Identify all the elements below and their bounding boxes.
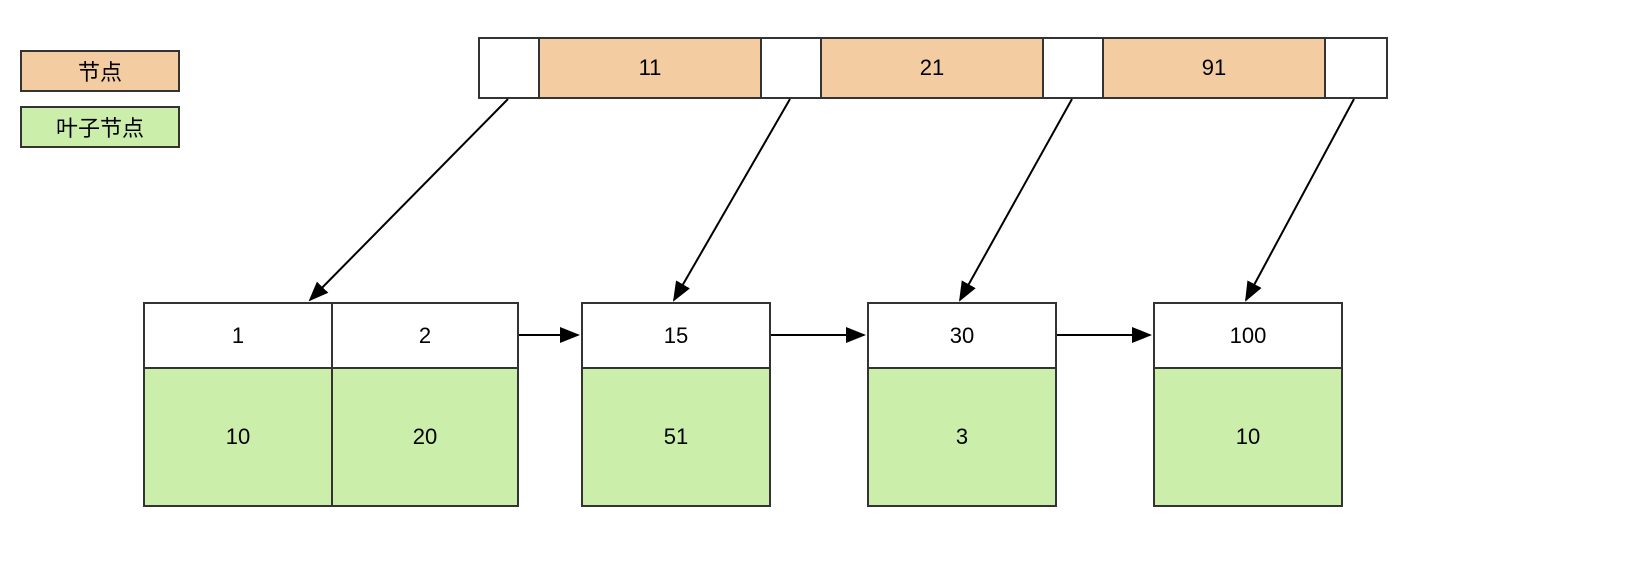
legend-node-label: 节点 xyxy=(78,55,122,87)
leaf-cell: 1551 xyxy=(583,304,769,505)
leaf-value: 20 xyxy=(333,369,517,505)
root-key-2: 91 xyxy=(1104,39,1326,97)
leaf-node-3: 10010 xyxy=(1153,302,1343,507)
root-key-0: 11 xyxy=(540,39,762,97)
leaf-value: 3 xyxy=(869,369,1055,505)
legend-node: 节点 xyxy=(20,50,180,92)
leaf-cell: 220 xyxy=(331,304,517,505)
root-node: 11 21 91 xyxy=(478,37,1388,99)
root-pointer-1 xyxy=(762,39,822,97)
leaf-cell: 303 xyxy=(869,304,1055,505)
leaf-cell: 110 xyxy=(145,304,331,505)
leaf-cell: 10010 xyxy=(1155,304,1341,505)
leaf-key: 15 xyxy=(583,304,769,369)
leaf-value: 10 xyxy=(1155,369,1341,505)
leaf-key: 100 xyxy=(1155,304,1341,369)
leaf-key: 30 xyxy=(869,304,1055,369)
leaf-key: 2 xyxy=(333,304,517,369)
legend-leaf-label: 叶子节点 xyxy=(56,111,144,143)
edge-root-leaf-2 xyxy=(960,99,1072,300)
edge-root-leaf-3 xyxy=(1246,99,1354,300)
edge-root-leaf-1 xyxy=(674,99,790,300)
leaf-node-0: 110220 xyxy=(143,302,519,507)
leaf-value: 51 xyxy=(583,369,769,505)
root-pointer-2 xyxy=(1044,39,1104,97)
legend-leaf: 叶子节点 xyxy=(20,106,180,148)
leaf-key: 1 xyxy=(145,304,331,369)
leaf-node-1: 1551 xyxy=(581,302,771,507)
leaf-node-2: 303 xyxy=(867,302,1057,507)
root-pointer-3 xyxy=(1326,39,1386,97)
edge-root-leaf-0 xyxy=(310,99,508,300)
leaf-value: 10 xyxy=(145,369,331,505)
root-pointer-0 xyxy=(480,39,540,97)
root-key-1: 21 xyxy=(822,39,1044,97)
